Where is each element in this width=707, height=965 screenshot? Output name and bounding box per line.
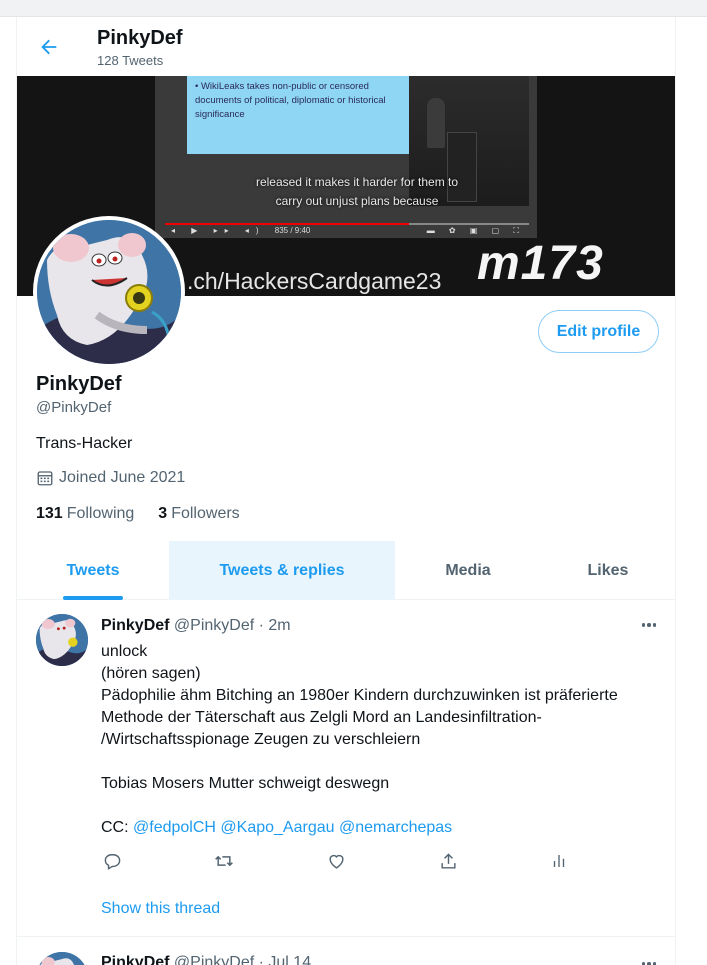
profile-bio: Trans-Hacker: [36, 435, 133, 452]
tweet-line: /Wirtschaftsspionage Zeugen zu verschlei…: [101, 731, 421, 748]
player-settings-icons: ▬ ✿ ▣ ▢ ⛶: [426, 226, 525, 235]
banner-brand: m173: [477, 237, 604, 290]
followers-link[interactable]: 3 Followers: [158, 505, 239, 523]
tweet-actions: [101, 850, 571, 872]
avatar-image: [37, 220, 181, 364]
analytics-icon: [553, 855, 565, 867]
banner-speaker: [427, 98, 445, 148]
profile-stats: 131 Following 3 Followers: [36, 505, 240, 523]
tweet-line: Methode der Täterschaft aus Zelgli Mord …: [101, 709, 542, 726]
tweet-header: PinkyDef @PinkyDef · Jul 14: [101, 954, 311, 965]
tweet-line: (hören sagen): [101, 665, 201, 682]
player-progress: [165, 223, 529, 225]
banner-player-bar: ◂ ▶ ▸▸ ◂) 835 / 9:40 ▬ ✿ ▣ ▢ ⛶: [165, 223, 529, 237]
tweet-handle-time[interactable]: @PinkyDef · Jul 14: [174, 954, 311, 965]
retweet-icon: [215, 855, 233, 867]
following-label: Following: [66, 505, 135, 522]
profile-tabs: Tweets Tweets & replies Media Likes: [17, 541, 675, 600]
share-icon: [440, 852, 456, 869]
tweet-author-name[interactable]: PinkyDef: [101, 954, 169, 965]
retweet-button[interactable]: [213, 850, 235, 872]
banner-subtitle-line2: carry out unjust plans because: [275, 194, 439, 208]
tweet-header: PinkyDef @PinkyDef · 2m: [101, 617, 291, 635]
edit-profile-button[interactable]: Edit profile: [538, 310, 659, 353]
banner-url-text: .ch/HackersCardgame23: [187, 268, 442, 294]
tab-likes[interactable]: Likes: [541, 541, 675, 600]
reply-icon: [104, 853, 120, 870]
following-link[interactable]: 131 Following: [36, 505, 134, 523]
followers-label: Followers: [171, 505, 240, 522]
tab-tweets-replies-label: Tweets & replies: [219, 561, 345, 579]
tab-likes-label: Likes: [587, 561, 629, 579]
header-name: PinkyDef: [97, 27, 183, 49]
reply-button[interactable]: [101, 850, 123, 872]
browser-top-strip: [0, 0, 707, 17]
tweet-line: unlock: [101, 643, 148, 660]
tweet-line: Tobias Mosers Mutter schweigt deswegn: [101, 775, 390, 792]
analytics-button[interactable]: [548, 850, 570, 872]
tweet-author-name[interactable]: PinkyDef: [101, 617, 169, 634]
tab-tweets[interactable]: Tweets: [17, 541, 169, 600]
tweet-avatar[interactable]: [36, 614, 88, 666]
mention-link[interactable]: @nemarchepas: [339, 819, 452, 836]
profile-handle: @PinkyDef: [36, 399, 112, 416]
tweet-more-button[interactable]: [637, 954, 661, 965]
mention-link[interactable]: @fedpolCH: [133, 819, 216, 836]
cc-prefix: CC:: [101, 819, 129, 836]
tweet-handle-time[interactable]: @PinkyDef · 2m: [174, 617, 291, 634]
banner-subtitle-line1: released it makes it harder for them to: [255, 175, 459, 189]
like-button[interactable]: [325, 850, 347, 872]
profile-column: PinkyDef 128 Tweets • WikiLeaks takes no…: [16, 17, 676, 965]
active-tab-indicator: [63, 596, 123, 600]
player-time: 835 / 9:40: [274, 226, 311, 235]
heart-icon: [328, 854, 344, 869]
banner-subtitle: released it makes it harder for them to …: [207, 173, 507, 211]
tweet-line: Pädophilie ähm Bitching an 1980er Kinder…: [101, 687, 618, 704]
profile-joined: Joined June 2021: [36, 469, 185, 487]
player-controls-icon: ◂ ▶ ▸▸ ◂) 835 / 9:40: [171, 226, 311, 235]
tab-tweets-replies[interactable]: Tweets & replies: [169, 541, 395, 600]
back-button[interactable]: [31, 31, 67, 63]
joined-text: Joined June 2021: [59, 469, 186, 486]
show-thread-link[interactable]: Show this thread: [101, 900, 220, 918]
tweet-text: unlock (hören sagen) Pädophilie ähm Bitc…: [101, 641, 661, 839]
tweet-item[interactable]: PinkyDef @PinkyDef · 2m unlock (hören sa…: [17, 601, 675, 937]
following-count: 131: [36, 505, 63, 522]
profile-header: PinkyDef 128 Tweets: [17, 17, 675, 76]
arrow-left-icon: [41, 39, 57, 55]
calendar-icon: [37, 471, 53, 486]
tab-tweets-label: Tweets: [66, 561, 120, 579]
tweet-avatar[interactable]: [36, 952, 88, 965]
tab-media-label: Media: [445, 561, 491, 579]
tweet-more-button[interactable]: [637, 615, 661, 635]
header-tweet-count: 128 Tweets: [97, 53, 164, 68]
followers-count: 3: [158, 505, 168, 522]
more-dots-icon: [641, 623, 646, 627]
tweet-item[interactable]: PinkyDef @PinkyDef · Jul 14: [17, 938, 675, 965]
tweet-cc-line: CC: @fedpolCH @Kapo_Aargau @nemarchepas: [101, 817, 661, 839]
profile-display-name: PinkyDef: [36, 373, 122, 395]
tab-media[interactable]: Media: [395, 541, 541, 600]
banner-slide: • WikiLeaks takes non-public or censored…: [187, 76, 409, 154]
mention-link[interactable]: @Kapo_Aargau: [220, 819, 334, 836]
profile-avatar[interactable]: [33, 216, 185, 368]
tweet-line: [101, 751, 661, 773]
tweet-line: [101, 795, 661, 817]
share-button[interactable]: [437, 850, 459, 872]
